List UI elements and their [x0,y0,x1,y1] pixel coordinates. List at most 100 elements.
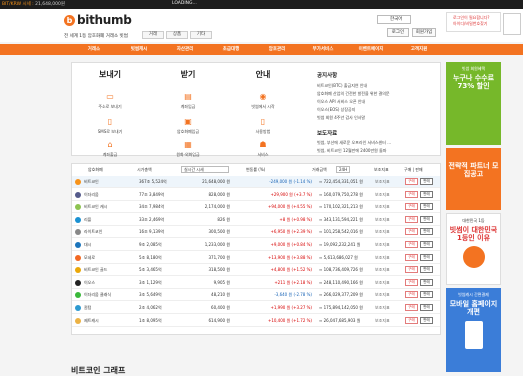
table-row[interactable]: 대시 9조 2,085억 1,233,000 원 +9,000 원 (+0.84 %)… [72,239,440,251]
sell-button[interactable]: 판매 [420,215,433,223]
indicator-link[interactable]: 보조지표 [375,179,390,185]
header-price-select[interactable]: 실시간 시세 [181,166,229,173]
indicator-link[interactable]: 보조지표 [375,255,390,261]
buy-button[interactable]: 구매 [405,228,418,236]
table-row[interactable]: 비트코인 골드 5조 3,465억 318,500 원 +4,800 원 (+1.52… [72,264,440,277]
language-select[interactable]: 한국어 [377,15,411,24]
notice-item[interactable]: 이오스(EOS) 상장공지 [317,107,355,113]
coin-name[interactable]: 이오스 [84,280,95,286]
indicator-link[interactable]: 보조지표 [375,292,390,298]
currency-tab-3[interactable]: 기타 [190,31,212,39]
sell-button[interactable]: 판매 [420,278,433,286]
buy-button[interactable]: 구매 [405,316,418,324]
ad-mobile[interactable]: 빗썸캐시 간편결제 모바일 홈페이지 개편 [446,288,501,372]
currency-tab-1[interactable]: 거래 [142,31,164,39]
coin-name[interactable]: 대시 [84,242,91,248]
buy-button[interactable]: 구매 [405,203,418,211]
notice-item[interactable]: 빗썸 회원 4주년 감사 인사말 [317,115,365,121]
currency-tab-2[interactable]: 상품 [166,31,188,39]
buy-button[interactable]: 구매 [405,241,418,248]
ad-partner[interactable]: 전략적 파트너 모집공고 [446,148,501,210]
table-row[interactable]: 비트코인 367조 5,524억 21,648,000 원 -249,000 원 (-… [72,176,440,188]
table-row[interactable]: 라이트코인 16조 9,139억 300,500 원 +6,950 원 (+2.39 … [72,226,440,239]
sell-button[interactable]: 판매 [420,253,433,261]
table-row[interactable]: 모네로 5조 8,180억 371,700 원 +13,900 원 (+3.88 %)… [72,252,440,264]
indicator-link[interactable]: 보조지표 [375,192,390,198]
sell-button[interactable]: 판매 [420,241,433,248]
table-row[interactable]: 이더리움 클래식 3조 5,649억 48,210 원 -3,640 원 (-2.78… [72,289,440,302]
indicator-link[interactable]: 보조지표 [375,204,390,210]
ad-fee-discount[interactable]: 빗썸 회원혜택 누구나 수수료 73% 할인 [446,62,501,145]
buy-button[interactable]: 구매 [405,278,418,286]
indicator-link[interactable]: 보조지표 [375,217,390,223]
nav-support[interactable]: 고객지원 [396,44,442,55]
guide-start[interactable]: ◉ 빗썸에서 시작 [246,93,280,110]
sell-button[interactable]: 판매 [420,203,433,211]
send-bank[interactable]: ⌂ 계좌출금 [93,141,127,158]
send-sms[interactable]: ▯ SMS로 보내기 [93,118,127,135]
sell-button[interactable]: 판매 [420,190,433,198]
buy-button[interactable]: 구매 [405,215,418,223]
buy-button[interactable]: 구매 [405,291,418,299]
header-change[interactable]: 변동률 (%) [246,165,265,174]
indicator-link[interactable]: 보조지표 [375,280,390,286]
nav-extra[interactable]: 부가서비스 [300,44,346,55]
indicator-link[interactable]: 보조지표 [375,242,390,248]
indicator-link[interactable]: 보조지표 [375,267,390,273]
sell-button[interactable]: 판매 [420,291,433,299]
table-row[interactable]: 제트캐시 1조 8,095억 614,900 원 +10,400 원 (+1.72 %… [72,315,440,327]
coin-name[interactable]: 이더리움 클래식 [84,292,111,298]
logo[interactable]: b bithumb [64,13,132,27]
receive-fiat[interactable]: ▦ 원화·외화입금 [171,141,205,158]
table-row[interactable]: 이오스 3조 1,129억 9,905 원 +211 원 (+2.18 %) ≈ 248… [72,277,440,289]
indicator-link[interactable]: 보조지표 [375,318,390,324]
coin-name[interactable]: 이더리움 [84,192,99,198]
sell-button[interactable]: 판매 [420,316,433,324]
coin-name[interactable]: 퀀텀 [84,305,91,311]
notice-item[interactable]: 비트코인(BTC) 출금지연 안내 [317,83,367,89]
login-button[interactable]: 로그인 [387,28,409,37]
buy-button[interactable]: 구매 [405,178,418,185]
guide-howto[interactable]: ▯ 사용방법 [246,118,280,135]
nav-exchange[interactable]: 거래소 [72,44,116,55]
coin-name[interactable]: 모네로 [84,255,95,261]
guide-service[interactable]: ☗ 서비스 [246,141,280,158]
table-row[interactable]: 리플 33조 2,469억 826 원 +8 원 (+0.98 %) ≈ 343,131… [72,214,440,226]
sell-button[interactable]: 판매 [420,228,433,236]
buy-button[interactable]: 구매 [405,253,418,261]
nav-agency[interactable]: 초급대행 [208,44,254,55]
notice-item[interactable]: 이오스 API 서비스 오픈 안내 [317,99,365,105]
buy-button[interactable]: 구매 [405,190,418,198]
sell-button[interactable]: 판매 [420,178,433,185]
nav-event[interactable]: 이벤트페이지 [346,44,396,55]
coin-name[interactable]: 라이트코인 [84,229,102,235]
coin-name[interactable]: 비트코인 캐시 [84,204,107,210]
receive-crypto[interactable]: ▣ 암호화폐입금 [171,118,205,135]
sell-button[interactable]: 판매 [420,304,433,311]
nav-cash[interactable]: 빗썸캐시 [116,44,162,55]
notice-item[interactable]: 암호화폐 산업의 건전한 발전을 위한 결의문 [317,91,390,97]
coin-name[interactable]: 비트코인 골드 [84,267,107,273]
nav-assets[interactable]: 자산관리 [162,44,208,55]
nav-crypto[interactable]: 암호관리 [254,44,300,55]
side-quick-tab[interactable] [503,13,521,35]
indicator-link[interactable]: 보조지표 [375,229,390,235]
send-to-address[interactable]: ▭ 주소로 보내기 [93,93,127,110]
buy-button[interactable]: 구매 [405,266,418,274]
indicator-link[interactable]: 보조지표 [375,305,390,311]
header-crypto[interactable]: 암호화폐 [88,165,103,174]
coin-name[interactable]: 리플 [84,217,91,223]
table-row[interactable]: 비트코인 캐시 34조 7,984억 2,174,000 원 +94,000 원 (+… [72,201,440,214]
coin-name[interactable]: 비트코인 [84,179,99,185]
ad-number-one[interactable]: 대한민국 1등 빗썸이 대한민국 1등인 이유 [446,213,501,285]
press-item[interactable]: 빗썸, 비트코인 12월만에 2400만원 돌파 [317,148,386,154]
press-item[interactable]: 빗썸, 부산에 새로운 오프라인 서비스센터 ... [317,140,391,146]
coin-name[interactable]: 제트캐시 [84,318,99,324]
signup-button[interactable]: 회원가입 [412,28,436,37]
header-cap[interactable]: 시가총액 [137,165,152,174]
receive-deposit[interactable]: ▤ 계좌입금 [171,93,205,110]
table-row[interactable]: 이더리움 77조 3,849억 828,000 원 +29,900 원 (+3.7 %… [72,189,440,201]
header-volume[interactable]: 거래금액 [312,165,327,174]
find-account-link[interactable]: 아이디/비밀번호찾기 [453,21,500,27]
header-24h-select[interactable]: 24H [336,166,350,173]
